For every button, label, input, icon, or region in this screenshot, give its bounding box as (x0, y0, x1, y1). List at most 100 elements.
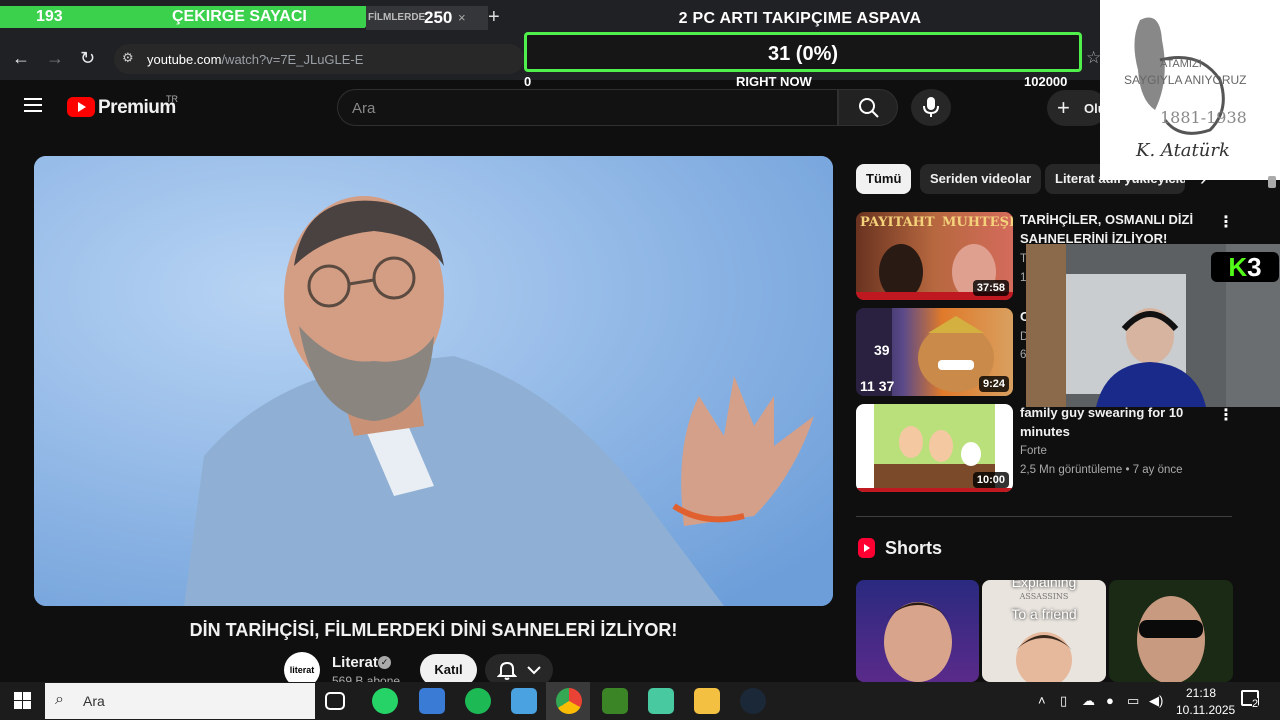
rec-stats: 2,5 Mn görüntüleme • 7 ay önce (1020, 464, 1183, 476)
taskbar-clock-date[interactable]: 10.11.2025 (1176, 703, 1235, 717)
plus-icon: + (1057, 95, 1070, 120)
notification-count: 2 (1252, 698, 1259, 710)
video-duration: 10:00 (972, 472, 1009, 488)
search-icon (859, 98, 879, 118)
rec-thumbnail[interactable]: 10:00 (856, 404, 1013, 492)
search-button[interactable] (838, 89, 898, 126)
youtube-logo-icon[interactable] (67, 97, 95, 117)
browser-tab-title: FİLMLERDE (368, 12, 426, 23)
counter-overlay-value: 31 (0%) (767, 43, 839, 65)
url-bar[interactable]: ⚙ youtube.com/watch?v=7E_JLuGLE-E (114, 44, 524, 74)
video-title: DİN TARİHÇİSİ, FİLMLERDEKİ DİNİ SAHNELER… (189, 620, 678, 640)
browser-tab[interactable]: FİLMLERDE 250 × (366, 6, 488, 30)
thumb-badge: 39 (874, 342, 890, 358)
forward-button[interactable]: → (46, 48, 64, 69)
short-caption: ASSASSINS (1019, 592, 1069, 601)
thumb-text: MUHTEŞEM (942, 215, 1013, 230)
memorial-signature: K. Atatürk (1136, 140, 1230, 161)
divider (856, 516, 1232, 517)
shorts-heading: Shorts (885, 538, 943, 558)
video-frame-image (34, 156, 833, 606)
channel-name[interactable]: Literat (332, 654, 378, 671)
memorial-line2: SAYGIYLA ANIYORUZ (1124, 73, 1247, 87)
network-icon[interactable]: ▭ (1127, 693, 1139, 709)
short-thumbnail[interactable] (1109, 580, 1233, 682)
minecraft-icon[interactable] (602, 688, 628, 714)
short-caption: To a friend (1011, 606, 1077, 622)
tab-close-icon[interactable]: × (458, 10, 466, 25)
rec-title[interactable]: TARİHÇİLER, OSMANLI DİZİ SAHNELERİNİ İZL… (1020, 210, 1195, 248)
rec-thumbnail[interactable]: PAYITAHT MUHTEŞEM 37:58 (856, 212, 1013, 300)
search-placeholder: Ara (352, 100, 376, 117)
thumbnail-image (884, 602, 952, 682)
counter-tab-label: ÇEKIRGE SAYACI (172, 8, 307, 25)
site-settings-icon[interactable]: ⚙ (122, 50, 134, 66)
reload-button[interactable]: ↻ (80, 48, 95, 69)
new-tab-button[interactable]: + (488, 6, 500, 29)
microphone-tray-icon[interactable]: ● (1106, 693, 1114, 708)
chip-all[interactable]: Tümü (856, 164, 912, 194)
discord-like-icon[interactable] (648, 688, 674, 714)
rec-thumbnail[interactable]: 39 11 37 9:24 (856, 308, 1013, 396)
browser-tab-count: 250 (424, 8, 453, 27)
voice-search-button[interactable] (911, 89, 951, 126)
thumbnail-image (1137, 596, 1205, 682)
url-host: youtube.com (147, 52, 222, 67)
memorial-overlay: ATAMIZI SAYGIYLA ANIYORUZ 1881-1938 K. A… (1100, 0, 1280, 180)
chip-series[interactable]: Seriden videolar (920, 164, 1042, 194)
counter-overlay-status: RIGHT NOW (736, 74, 812, 89)
video-player[interactable] (34, 156, 833, 606)
search-input[interactable]: Ara (337, 89, 838, 126)
memorial-line1: ATAMIZI (1160, 58, 1202, 70)
taskbar-search-placeholder: Ara (83, 693, 105, 709)
create-button[interactable]: + Olu (1047, 90, 1107, 126)
chevron-down-icon (527, 666, 541, 675)
windows-start-icon[interactable] (14, 692, 31, 709)
counter-tab-count: 193 (36, 8, 63, 25)
thumb-badge: 11 37 (860, 378, 895, 394)
tray-app-icon[interactable]: ▯ (1060, 693, 1067, 709)
memorial-years: 1881-1938 (1160, 108, 1247, 127)
microphone-icon (923, 97, 939, 117)
volume-icon[interactable]: ◀) (1149, 693, 1163, 709)
url-text: youtube.com/watch?v=7E_JLuGLE-E (147, 52, 363, 67)
page-scrollbar[interactable] (1268, 176, 1276, 676)
screen-app-icon[interactable] (419, 688, 445, 714)
kick-logo-icon: K (1228, 252, 1248, 282)
spotify-icon[interactable] (465, 688, 491, 714)
rec-title[interactable]: family guy swearing for 10 minutes (1020, 403, 1200, 441)
whatsapp-icon[interactable] (372, 688, 398, 714)
verified-check-icon: ✓ (378, 656, 391, 669)
short-thumbnail[interactable] (856, 580, 979, 682)
hamburger-menu-icon[interactable] (24, 98, 42, 112)
file-explorer-icon[interactable] (694, 688, 720, 714)
more-options-icon[interactable]: ⋮ (1218, 212, 1234, 232)
counter-tab[interactable]: 193 ÇEKIRGE SAYACI (0, 6, 380, 28)
chrome-icon[interactable] (556, 688, 582, 714)
search-icon: ⌕ (55, 691, 64, 708)
counter-overlay-title: 2 PC ARTI TAKIPÇIME ASPAVA (678, 10, 922, 27)
rec-channel: Forte (1020, 445, 1047, 457)
control-panel-icon[interactable] (511, 688, 537, 714)
region-code: TR (166, 94, 178, 104)
more-options-icon[interactable]: ⋮ (1218, 405, 1234, 425)
taskbar-clock-time[interactable]: 21:18 (1186, 686, 1216, 700)
tray-cloud-icon[interactable]: ☁ (1082, 693, 1095, 709)
bell-icon (497, 661, 517, 680)
youtube-premium-label[interactable]: Premium (98, 97, 176, 119)
back-button[interactable]: ← (12, 48, 30, 69)
short-thumbnail[interactable]: Explaining ASSASSINS To a friend (982, 580, 1106, 682)
short-caption: Explaining (1011, 580, 1077, 590)
bookmark-star-icon[interactable]: ☆ (1086, 48, 1101, 68)
counter-overlay-box: 31 (0%) (524, 32, 1082, 72)
tray-chevron-icon[interactable]: ˄ (1038, 693, 1046, 708)
steam-icon[interactable] (740, 688, 766, 714)
counter-overlay-min: 0 (524, 74, 532, 89)
url-path: /watch?v=7E_JLuGLE-E (221, 52, 364, 67)
video-duration: 9:24 (978, 376, 1009, 392)
video-duration: 37:58 (972, 280, 1009, 296)
taskbar-search-input[interactable]: ⌕ Ara (45, 683, 315, 719)
task-view-icon[interactable] (325, 692, 345, 710)
shorts-icon (858, 538, 875, 558)
kick-number: 3 (1247, 252, 1262, 282)
